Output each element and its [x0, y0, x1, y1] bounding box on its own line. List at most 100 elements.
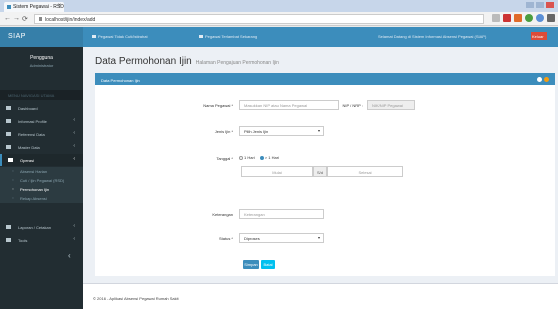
box-title: Data Permohonan Ijin	[101, 78, 140, 83]
dashboard-icon	[6, 106, 11, 110]
remove-box-icon[interactable]	[544, 77, 549, 82]
sidebar-header: MENU NAVIGASI UTAMA	[0, 90, 83, 100]
tanggal-radio-group: 1 Hari > 1 Hari	[235, 155, 279, 160]
jenis-ijin-select[interactable]: Pilih Jenis Ijin	[239, 126, 324, 136]
topnav-item-tidak-cuti[interactable]: Pegawai Tidak Cuti/Istirahat	[92, 34, 148, 39]
extension-icon[interactable]	[536, 14, 544, 22]
tanggal-label: Tanggal *	[216, 156, 233, 161]
flag-icon	[92, 35, 96, 38]
sidebar-item-label: Informasi Profile	[18, 119, 47, 124]
sidebar-item-tools[interactable]: Tools ‹	[0, 234, 83, 246]
extension-icon[interactable]	[514, 14, 522, 22]
user-panel: Pengguna Administrator	[0, 47, 83, 77]
extension-icon[interactable]	[503, 14, 511, 22]
sidebar-item-referensi[interactable]: Referensi Data ‹	[0, 128, 83, 140]
minimize-icon[interactable]	[526, 2, 534, 8]
sidebar-item-label: Master Data	[18, 145, 40, 150]
collapse-box-icon[interactable]	[537, 77, 542, 82]
browser-tab-strip: Sistem Pegawai - RSD ×	[0, 0, 558, 12]
nip-label: NIP / NRP :	[342, 103, 363, 108]
menu-icon[interactable]	[547, 14, 555, 22]
save-button[interactable]: Simpan	[243, 260, 259, 269]
keterangan-label: Keterangan	[212, 212, 233, 217]
status-select[interactable]: Diproses	[239, 233, 324, 243]
edit-icon	[8, 158, 13, 162]
page-footer: © 2016 - Aplikasi Absensi Pegawai Rumah …	[83, 283, 558, 309]
topnav-label: Pegawai Tidak Cuti/Istirahat	[98, 34, 148, 39]
user-icon	[6, 119, 11, 123]
brand-text: SIAP	[8, 33, 26, 40]
flag-icon	[199, 35, 203, 38]
page-title: Data Permohonan Ijin Halaman Pengajuan Pe…	[95, 56, 279, 67]
sidebar-item-operasi[interactable]: Operasi ‹	[0, 154, 83, 166]
form-box: Data Permohonan Ijin Nama Pegawai * Masu…	[95, 73, 555, 276]
browser-tab[interactable]: Sistem Pegawai - RSD ×	[4, 2, 64, 12]
chevron-left-icon: ‹	[73, 143, 75, 149]
submenu-absensi-harian[interactable]: Absensi Harian	[0, 167, 83, 176]
folder-icon	[6, 145, 11, 149]
submenu-permohonan-ijin[interactable]: Permohonan Ijin	[0, 185, 83, 194]
page-icon	[39, 17, 42, 21]
wrench-icon	[6, 238, 11, 242]
radio-lebih-1-hari-label: > 1 Hari	[264, 155, 279, 160]
address-bar-row: ← → ⟳ localhost/ijin/index/add	[0, 12, 558, 26]
tab-close-icon[interactable]: ×	[57, 3, 61, 9]
sidebar-item-profile[interactable]: Informasi Profile ‹	[0, 115, 83, 127]
submenu-cuti-ijin[interactable]: Cuti / Ijin Pegawai (RSD)	[0, 176, 83, 185]
extension-icon[interactable]	[525, 14, 533, 22]
forward-icon[interactable]: →	[13, 15, 20, 22]
bookmark-icon[interactable]	[492, 14, 500, 22]
app-logo[interactable]: SIAP	[0, 27, 83, 47]
box-tools	[537, 77, 549, 82]
tab-title: Sistem Pegawai - RSD	[13, 4, 64, 10]
box-header: Data Permohonan Ijin	[95, 75, 555, 85]
sidebar-item-label: Dashboard	[18, 106, 38, 111]
sidebar-collapse-icon[interactable]: ‹	[68, 251, 78, 261]
sidebar-item-label: Operasi	[20, 158, 35, 163]
cancel-button[interactable]: Batal	[261, 260, 275, 269]
topnav-item-terlambat[interactable]: Pegawai Terlambat Sekarang	[199, 34, 257, 39]
user-welcome: Selamat Datang di Sistem Informasi Absen…	[378, 34, 487, 39]
page-subtitle: Halaman Pengajuan Permohonan Ijin	[195, 60, 279, 66]
tanggal-mulai-input[interactable]: Mulai	[241, 166, 313, 177]
nip-field: NIK/NIP Pegawai	[367, 100, 415, 110]
chevron-left-icon: ‹	[73, 223, 75, 229]
maximize-icon[interactable]	[536, 2, 544, 8]
chevron-left-icon: ‹	[73, 130, 75, 136]
main-content: Data Permohonan Ijin Halaman Pengajuan Pe…	[83, 47, 558, 309]
back-icon[interactable]: ←	[4, 15, 11, 22]
print-icon	[6, 225, 11, 229]
sd-addon: S/d	[313, 166, 327, 177]
topnav-label: Pegawai Terlambat Sekarang	[205, 34, 258, 39]
chevron-down-icon: ‹	[73, 156, 75, 162]
radio-lebih-1-hari[interactable]	[259, 155, 264, 160]
status-label: Status *	[218, 236, 233, 241]
sidebar-item-label: Laporan / Cetakan	[18, 225, 51, 230]
reload-icon[interactable]: ⟳	[22, 15, 28, 23]
url-input[interactable]: localhost/ijin/index/add	[34, 14, 484, 24]
sidebar-item-label: Referensi Data	[18, 132, 45, 137]
radio-1-hari[interactable]	[239, 155, 243, 160]
profile-name: Pengguna	[30, 55, 53, 61]
table-icon	[6, 132, 11, 136]
chevron-left-icon: ‹	[73, 236, 75, 242]
keterangan-input[interactable]: Keterangan	[239, 209, 324, 219]
sidebar-item-label: Tools	[18, 238, 28, 243]
sidebar-item-dashboard[interactable]: Dashboard	[0, 102, 83, 114]
page-title-text: Data Permohonan Ijin	[95, 56, 192, 67]
sidebar: Pengguna Administrator MENU NAVIGASI UTA…	[0, 47, 83, 309]
window-controls	[526, 2, 554, 8]
sidebar-item-laporan[interactable]: Laporan / Cetakan ‹	[0, 221, 83, 233]
jenis-label: Jenis Ijin *	[214, 129, 233, 134]
sidebar-item-master[interactable]: Master Data ‹	[0, 141, 83, 153]
profile-role: Administrator	[29, 63, 54, 68]
window-close-icon[interactable]	[546, 2, 554, 8]
logout-button[interactable]: Keluar	[531, 32, 547, 40]
url-text: localhost/ijin/index/add	[45, 17, 96, 23]
tanggal-selesai-input[interactable]: Selesai	[327, 166, 403, 177]
chevron-left-icon: ‹	[73, 117, 75, 123]
nama-label: Nama Pegawai *	[203, 103, 233, 108]
radio-1-hari-label: 1 Hari	[244, 155, 255, 160]
favicon-icon	[7, 5, 11, 9]
submenu-rekap-absensi[interactable]: Rekap Absensi	[0, 194, 83, 203]
